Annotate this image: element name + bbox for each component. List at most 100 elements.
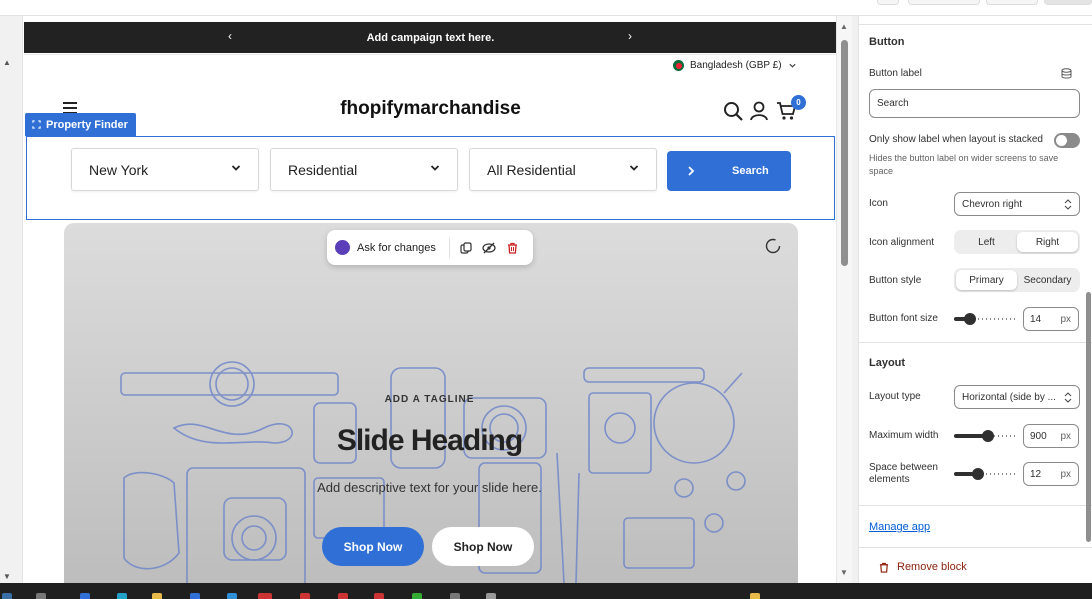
chevron-down-icon — [231, 165, 241, 171]
divider — [859, 342, 1092, 343]
slide-description: Add descriptive text for your slide here… — [317, 480, 542, 495]
button-label-input[interactable]: Search — [869, 89, 1080, 118]
ask-for-changes-button[interactable]: Ask for changes — [357, 242, 436, 254]
announcement-text: Add campaign text here. — [366, 31, 495, 44]
taskbar-app-icon[interactable] — [80, 593, 90, 599]
delete-icon[interactable] — [504, 239, 521, 256]
settings-panel: Button Button label Search Only show lab… — [858, 16, 1092, 583]
shop-now-primary-button[interactable]: Shop Now — [322, 527, 424, 566]
button-style-secondary[interactable]: Secondary — [1017, 270, 1078, 290]
space-value: 12 — [1030, 468, 1042, 480]
taskbar-app-icon[interactable] — [450, 593, 460, 599]
preview-scrollbar[interactable]: ▲ ▼ — [836, 16, 852, 583]
announcement-next-button[interactable]: › — [628, 29, 632, 43]
unit-label: px — [1060, 468, 1071, 480]
max-width-value: 900 — [1030, 430, 1047, 442]
slider-knob[interactable] — [964, 313, 976, 325]
search-icon[interactable] — [722, 100, 744, 122]
select-arrows-icon — [1064, 199, 1072, 210]
taskbar-app-icon[interactable] — [117, 593, 127, 599]
store-brand[interactable]: fhopifymarchandise — [323, 98, 538, 120]
slide-heading: Slide Heading — [336, 424, 523, 457]
shop-now-secondary-button[interactable]: Shop Now — [432, 527, 534, 566]
scrollbar-thumb[interactable] — [841, 40, 848, 266]
button-style-primary[interactable]: Primary — [956, 270, 1017, 290]
scroll-down-icon[interactable]: ▼ — [3, 572, 11, 581]
icon-label: Icon — [869, 198, 888, 209]
space-input[interactable]: 12 px — [1023, 462, 1079, 486]
cart-count-badge: 0 — [791, 95, 806, 110]
select-arrows-icon — [1064, 392, 1072, 403]
taskbar-app-icon[interactable] — [338, 593, 348, 599]
taskbar-app-icon[interactable] — [152, 593, 162, 599]
account-icon[interactable] — [748, 100, 770, 122]
category-select[interactable]: Residential — [270, 148, 458, 191]
start-icon[interactable] — [2, 593, 12, 599]
property-search-button[interactable]: Search — [667, 151, 791, 191]
space-slider[interactable] — [954, 467, 1016, 481]
locale-selector[interactable]: Bangladesh (GBP £) — [673, 60, 797, 71]
dynamic-source-icon[interactable] — [1061, 68, 1072, 79]
max-width-slider[interactable] — [954, 429, 1016, 443]
slider-knob[interactable] — [982, 430, 994, 442]
property-finder-block: New York Residential All Residential Sea… — [26, 136, 835, 220]
scroll-down-icon[interactable]: ▼ — [840, 568, 848, 577]
button-section-title: Button — [869, 36, 905, 48]
stacked-toggle[interactable] — [1054, 133, 1080, 148]
manage-app-link[interactable]: Manage app — [869, 521, 930, 533]
divider — [859, 24, 1092, 25]
taskbar-app-icon[interactable] — [374, 593, 384, 599]
font-size-value: 14 — [1030, 313, 1042, 325]
scroll-up-icon[interactable]: ▲ — [3, 58, 11, 67]
divider — [448, 237, 450, 258]
font-size-label: Button font size — [869, 313, 938, 324]
icon-alignment-right[interactable]: Right — [1017, 232, 1078, 252]
button-style-segmented: Primary Secondary — [954, 268, 1080, 292]
duplicate-icon[interactable] — [458, 239, 475, 256]
chevron-down-icon — [629, 165, 639, 171]
taskbar-app-icon[interactable] — [190, 593, 200, 599]
taskbar-app-icon[interactable] — [412, 593, 422, 599]
settings-scrollbar[interactable] — [1085, 16, 1092, 546]
announcement-bar: ‹ Add campaign text here. › — [24, 22, 837, 53]
toolbar-button[interactable] — [908, 0, 980, 5]
taskbar-app-icon[interactable] — [486, 593, 496, 599]
stacked-label: Only show label when layout is stacked — [869, 134, 1043, 145]
hide-icon[interactable] — [481, 239, 498, 256]
location-select[interactable]: New York — [71, 148, 259, 191]
toolbar-button[interactable] — [877, 0, 899, 5]
type-select[interactable]: All Residential — [469, 148, 657, 191]
button-style-label: Button style — [869, 275, 922, 286]
font-size-slider[interactable] — [954, 312, 1016, 326]
layout-section-title: Layout — [869, 357, 906, 369]
browser-top-strip — [0, 0, 1092, 16]
space-label: Space between elements — [869, 462, 938, 485]
taskbar-app-icon[interactable] — [227, 593, 237, 599]
font-size-input[interactable]: 14 px — [1023, 307, 1079, 331]
announcement-prev-button[interactable]: ‹ — [228, 29, 232, 43]
property-finder-tag-label: Property Finder — [46, 118, 128, 131]
slider-knob[interactable] — [972, 468, 984, 480]
max-width-input[interactable]: 900 px — [1023, 424, 1079, 448]
max-width-label: Maximum width — [869, 430, 939, 441]
scrollbar-thumb[interactable] — [1086, 292, 1091, 542]
weather-icon[interactable] — [750, 593, 760, 599]
layout-type-label: Layout type — [869, 391, 921, 402]
property-search-label: Search — [732, 165, 769, 177]
locale-label: Bangladesh (GBP £) — [690, 60, 782, 71]
property-finder-tag[interactable]: Property Finder — [25, 113, 136, 136]
icon-select[interactable]: Chevron right — [954, 192, 1080, 216]
scroll-up-icon[interactable]: ▲ — [840, 22, 848, 31]
icon-alignment-left[interactable]: Left — [956, 232, 1017, 252]
location-select-value: New York — [89, 161, 149, 178]
divider — [859, 505, 1092, 506]
icon-alignment-label: Icon alignment — [869, 237, 935, 248]
taskbar-app-icon[interactable] — [300, 593, 310, 599]
taskbar-app-icon[interactable] — [258, 593, 272, 599]
remove-block-button[interactable]: Remove block — [879, 561, 967, 573]
save-button[interactable] — [1044, 0, 1092, 5]
layout-type-select[interactable]: Horizontal (side by ... — [954, 385, 1080, 409]
taskbar-app-icon[interactable] — [36, 593, 46, 599]
left-gutter: ▲ ▼ — [0, 16, 22, 583]
toolbar-button[interactable] — [986, 0, 1038, 5]
